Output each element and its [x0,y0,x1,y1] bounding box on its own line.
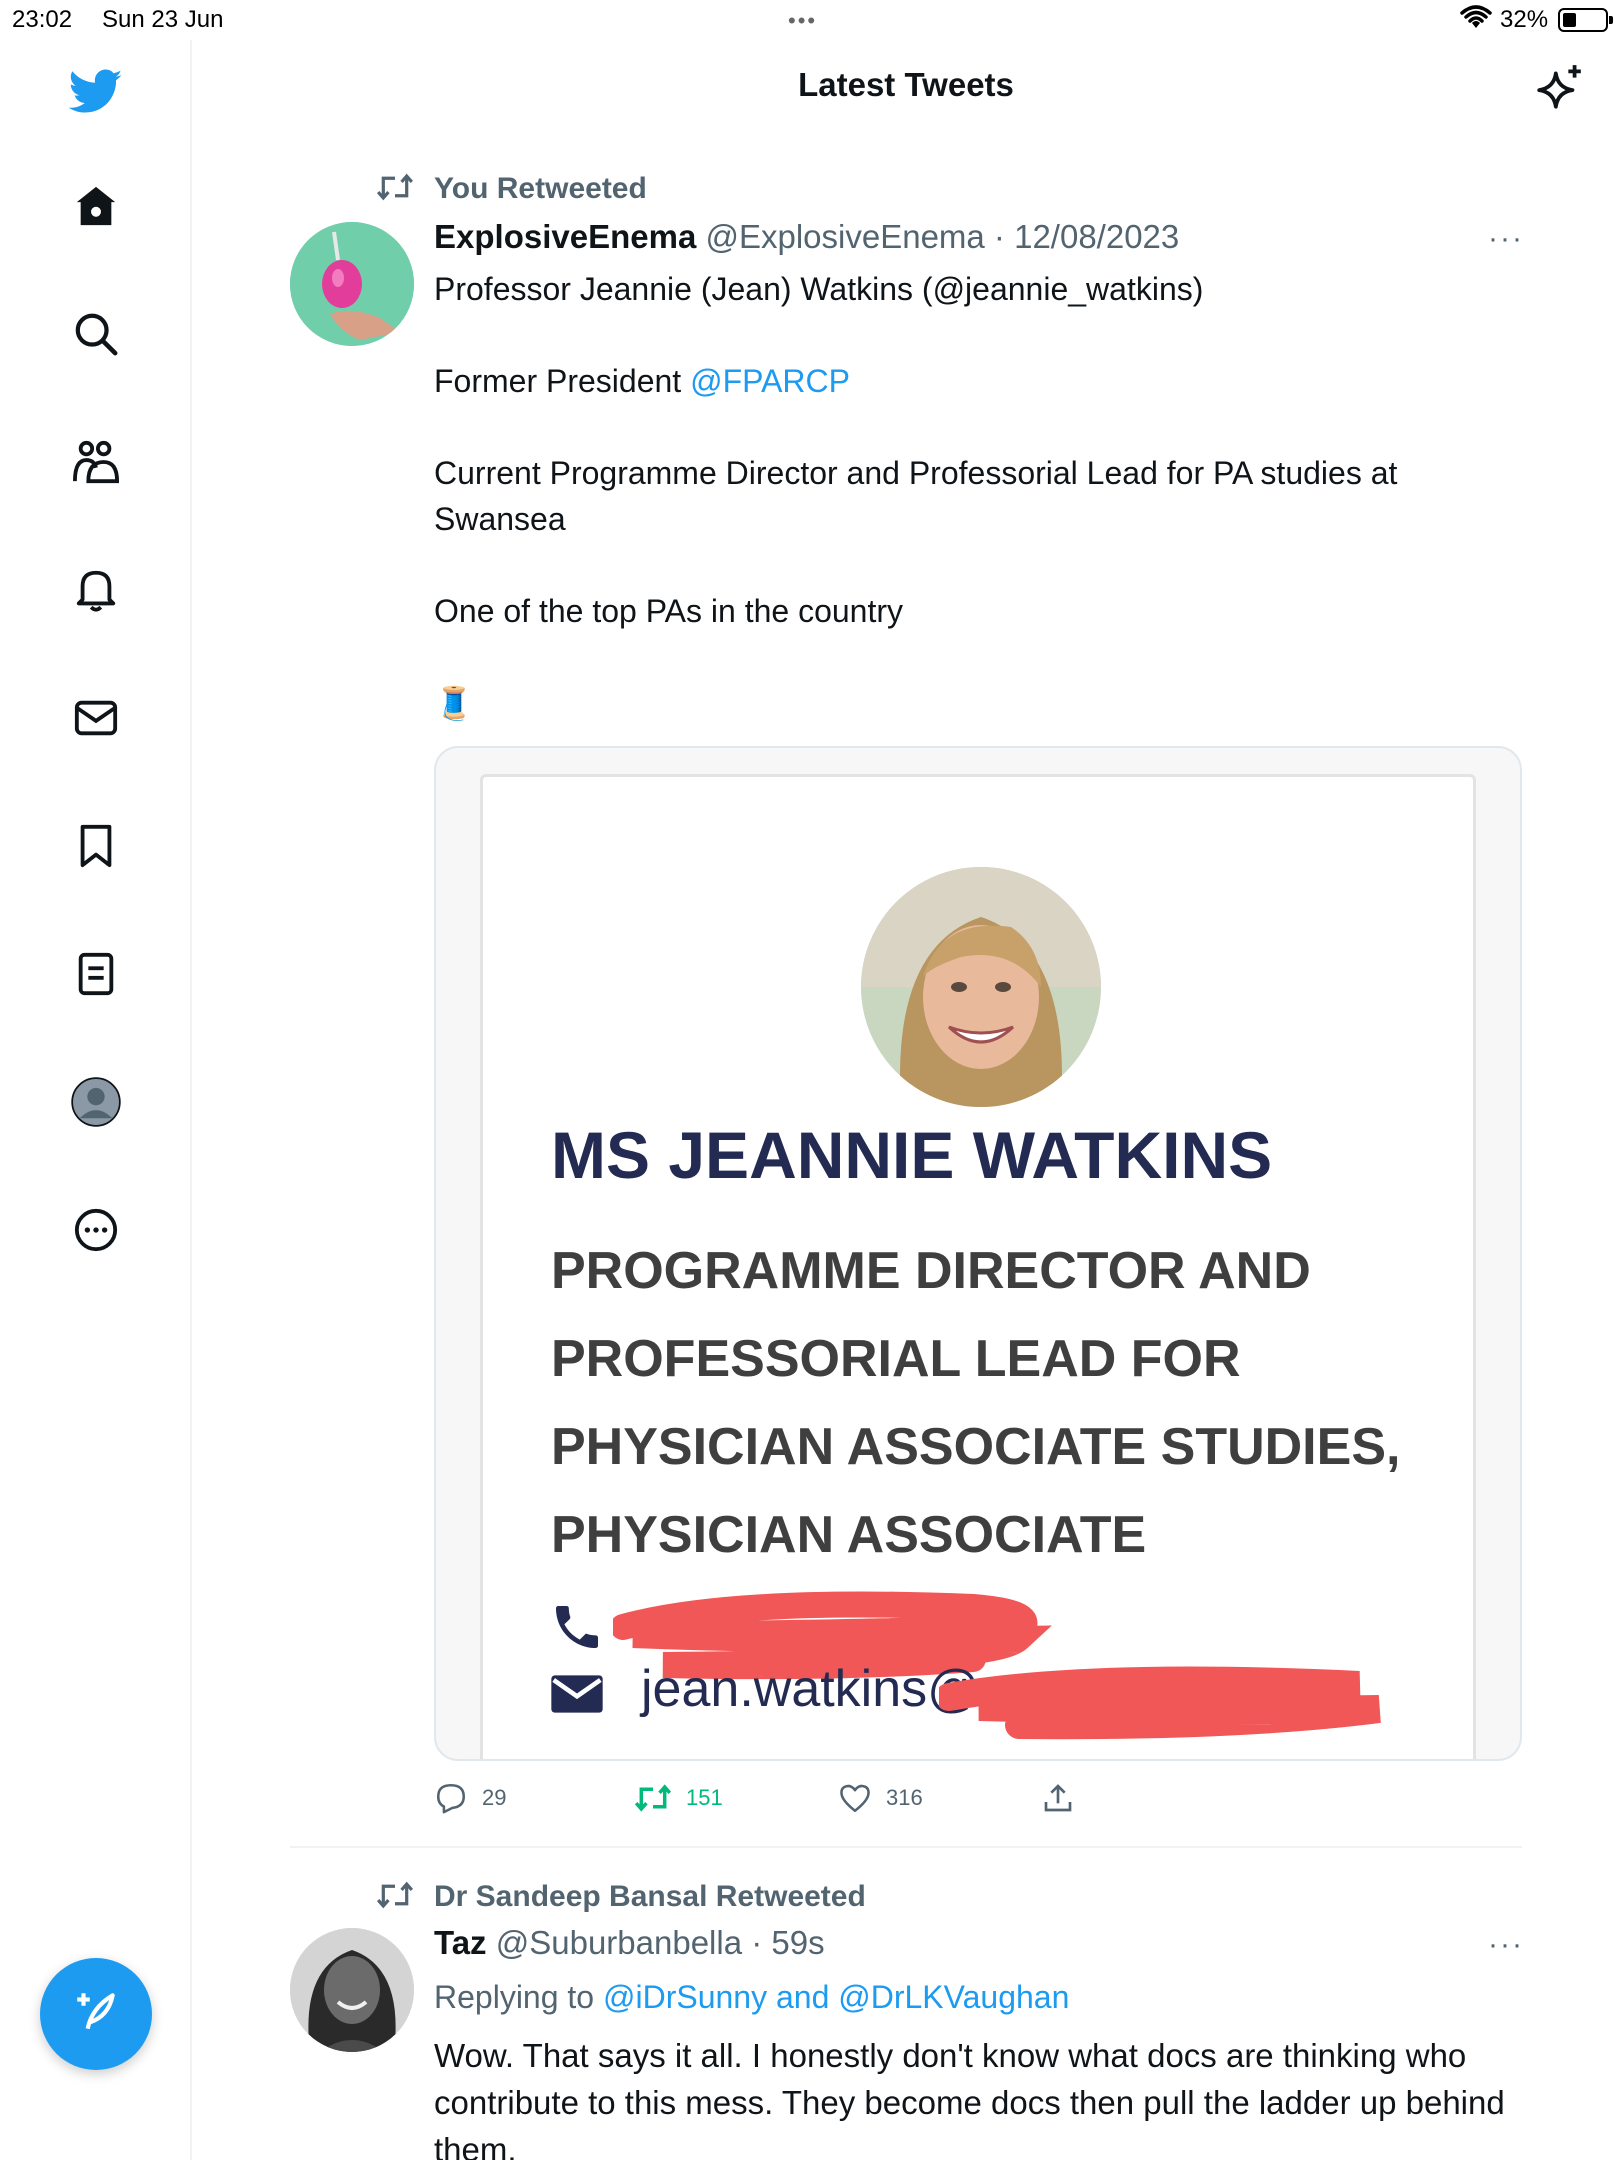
retweet-button[interactable]: 151 [634,1778,723,1818]
avatar[interactable] [290,222,414,346]
author-name[interactable]: Taz [434,1924,487,1961]
profile-card: MS JEANNIE WATKINS PROGRAMME DIRECTOR AN… [480,774,1476,1759]
profile-photo [861,867,1101,1107]
tweet-text-span: Former President [434,363,691,399]
status-date: Sun 23 Jun [102,6,224,33]
status-bar: 23:02 Sun 23 Jun ••• 32% [0,0,1620,40]
page-title: Latest Tweets [798,66,1014,103]
communities-icon[interactable] [66,432,126,492]
reply-icon [436,1783,466,1814]
battery-percent: 32% [1500,6,1549,33]
retweet-context-icon [376,172,414,207]
profile-avatar-icon[interactable] [66,1072,126,1132]
card-person-name: MS JEANNIE WATKINS [551,1118,1273,1192]
retweet-icon [634,1784,672,1812]
tweet-divider [290,1846,1522,1848]
twitter-logo-icon[interactable] [66,62,126,122]
more-options-icon[interactable]: ··· [1488,222,1524,256]
like-button[interactable]: 316 [838,1778,923,1818]
reply-mentions-link[interactable]: @iDrSunny and @DrLKVaughan [603,1979,1069,2015]
phone-icon [549,1599,605,1660]
reply-context: Replying to @iDrSunny and @DrLKVaughan [434,1974,1524,2020]
mention-link[interactable]: @FPARCP [690,363,850,399]
email-icon [549,1669,605,1724]
tweet-header: Taz @Suburbanbella · 59s [434,1924,825,1962]
compose-feather-plus-icon [71,1987,121,2042]
author-name[interactable]: ExplosiveEnema [434,218,696,255]
retweet-context-label[interactable]: Dr Sandeep Bansal Retweeted [434,1880,866,1914]
more-circle-icon[interactable] [66,1200,126,1260]
card-job-title: PROGRAMME DIRECTOR AND PROFESSORIAL LEAD… [551,1242,1401,1564]
share-button[interactable] [1042,1778,1074,1818]
retweet-context-label[interactable]: You Retweeted [434,172,647,206]
messages-envelope-icon[interactable] [66,688,126,748]
like-count: 316 [886,1785,923,1810]
tweet-text-line: Professor Jeannie (Jean) Watkins (@jeann… [434,271,1204,307]
heart-icon [840,1784,870,1813]
author-handle-date[interactable]: @Suburbanbella · 59s [496,1924,825,1961]
tweet-text-line: One of the top PAs in the country [434,593,904,629]
tweet-text-line: Former President @FPARCP [434,358,1524,404]
share-icon [1044,1784,1072,1812]
search-icon[interactable] [66,304,126,364]
retweet-context-icon [376,1880,414,1915]
multitasking-dots[interactable]: ••• [788,8,817,34]
more-options-icon[interactable]: ··· [1488,1928,1524,1962]
status-time: 23:02 [12,6,73,33]
retweet-count: 151 [686,1785,723,1810]
bookmark-icon[interactable] [66,816,126,876]
card-email-visible: jean.watkins@ [641,1660,980,1718]
lists-icon[interactable] [66,944,126,1004]
tweet-media-image[interactable]: MS JEANNIE WATKINS PROGRAMME DIRECTOR AN… [434,746,1522,1761]
tweet-text: Wow. That says it all. I honestly don't … [434,2037,1505,2160]
tweet-text-line: Current Programme Director and Professor… [434,455,1398,537]
avatar[interactable] [290,1928,414,2052]
author-handle-date[interactable]: @ExplosiveEnema · 12/08/2023 [705,218,1179,255]
sidebar [0,40,192,2160]
battery-icon [1558,8,1613,32]
wifi-icon [1460,4,1492,39]
thread-emoji: 🧵 [434,685,474,721]
home-icon[interactable] [66,176,126,236]
sparkle-icon[interactable] [1535,63,1585,118]
compose-button[interactable] [40,1958,152,2070]
notifications-bell-icon[interactable] [66,560,126,620]
reply-button[interactable]: 29 [434,1778,506,1818]
replying-to-label: Replying to [434,1979,603,2015]
tweet-header: ExplosiveEnema @ExplosiveEnema · 12/08/2… [434,218,1179,256]
reply-count: 29 [482,1785,507,1810]
email-redaction [939,1666,1381,1740]
